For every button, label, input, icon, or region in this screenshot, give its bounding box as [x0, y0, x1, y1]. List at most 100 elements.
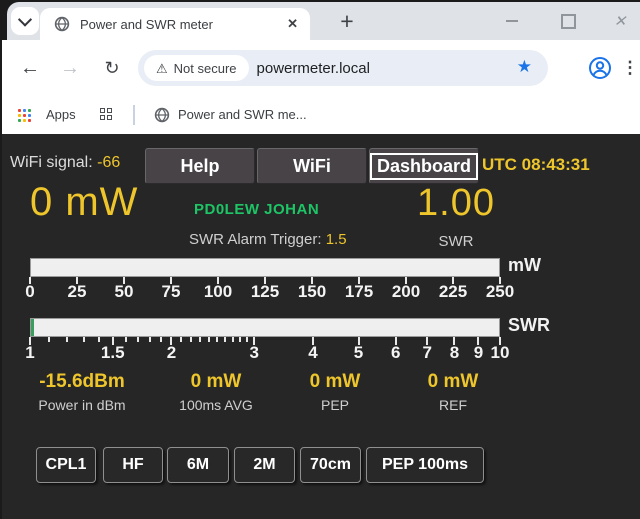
meter-tick-label: 3 — [250, 343, 259, 363]
window-minimize-button[interactable] — [497, 2, 527, 40]
wifi-button[interactable]: WiFi — [257, 148, 367, 184]
bookmark-title: Power and SWR me... — [178, 107, 307, 122]
meter-tick — [83, 337, 85, 342]
meter-tick-label: 175 — [345, 282, 373, 302]
meter-tick — [160, 337, 162, 342]
help-button[interactable]: Help — [145, 148, 255, 184]
bookmarks-bar: Apps Power and SWR me... — [2, 96, 640, 134]
meter-tick-label: 200 — [392, 282, 420, 302]
2m-button[interactable]: 2M — [234, 447, 295, 483]
dashboard-button-label: Dashboard — [370, 153, 478, 180]
chevron-down-icon — [18, 13, 32, 27]
tab-search-button[interactable] — [11, 7, 39, 35]
meter-tick — [125, 337, 127, 342]
tab-strip: Power and SWR meter ✕ + ✕ — [7, 2, 640, 40]
bookmark-globe-icon — [154, 107, 170, 123]
meter-tick — [180, 337, 182, 342]
meter-tick-label: 150 — [298, 282, 326, 302]
meter-tick — [48, 337, 50, 342]
browser-tab[interactable]: Power and SWR meter ✕ — [40, 8, 310, 40]
forward-button[interactable]: → — [56, 54, 84, 82]
swr-meter-bar — [30, 318, 500, 337]
meter-tick — [199, 337, 201, 342]
6m-button[interactable]: 6M — [167, 447, 229, 483]
new-tab-button[interactable]: + — [333, 7, 361, 35]
tab-title: Power and SWR meter — [80, 17, 213, 32]
readout-value: 0 mW — [156, 371, 276, 393]
meter-tick-label: 4 — [308, 343, 317, 363]
meter-tick-label: 75 — [162, 282, 181, 302]
wifi-signal-value: -66 — [97, 154, 120, 171]
meter-tick — [246, 337, 248, 342]
reload-button[interactable]: ↻ — [98, 54, 126, 82]
dashboard-button[interactable]: Dashboard — [369, 148, 479, 184]
readout-avg: 0 mW 100ms AVG — [156, 371, 276, 413]
apps-label: Apps — [46, 107, 76, 122]
security-chip-label: Not secure — [174, 61, 237, 76]
swr-value: 1.00 — [398, 182, 514, 225]
browser-window: Power and SWR meter ✕ + ✕ ← → ↻ ⚠ Not se… — [0, 0, 640, 519]
pep-100ms-button[interactable]: PEP 100ms — [366, 447, 484, 483]
meter-tick-label: 6 — [391, 343, 400, 363]
browser-menu-icon[interactable]: ⋮ — [622, 54, 638, 82]
url-text: powermeter.local — [257, 60, 370, 77]
wifi-signal-row: WiFi signal: -66 — [10, 154, 120, 172]
70cm-button[interactable]: 70cm — [300, 447, 361, 483]
readout-label: REF — [393, 397, 513, 413]
back-button[interactable]: ← — [16, 54, 44, 82]
meter-tick — [239, 337, 241, 342]
meter-tick-label: 50 — [115, 282, 134, 302]
meter-tick-label: 2 — [167, 343, 176, 363]
meter-tick-label: 250 — [486, 282, 514, 302]
meter-tick-label: 10 — [491, 343, 510, 363]
meter-tick — [137, 337, 139, 342]
utc-clock: UTC 08:43:31 — [482, 155, 590, 175]
meter-tick — [208, 337, 210, 342]
profile-avatar-icon[interactable] — [588, 56, 612, 80]
tab-close-icon[interactable]: ✕ — [287, 16, 298, 32]
swr-alarm-value: 1.5 — [326, 231, 347, 248]
globe-favicon-icon — [54, 16, 70, 32]
url-bar[interactable]: ⚠ Not secure powermeter.local ★ — [138, 50, 548, 86]
browser-toolbar: ← → ↻ ⚠ Not secure powermeter.local ★ ⋮ — [2, 40, 640, 96]
hf-button[interactable]: HF — [103, 447, 163, 483]
minimize-icon — [506, 20, 518, 22]
meter-tick-label: 8 — [450, 343, 459, 363]
maximize-icon — [561, 14, 576, 29]
readout-value: 0 mW — [393, 371, 513, 393]
meter-tick — [216, 337, 218, 342]
meter-tick-label: 9 — [474, 343, 483, 363]
meter-tick — [98, 337, 100, 342]
callsign: PD0LEW JOHAN — [194, 201, 319, 218]
page-content: WiFi signal: -66 Help WiFi Dashboard UTC… — [2, 134, 640, 519]
meter-tick-label: 100 — [204, 282, 232, 302]
meter-tick — [149, 337, 151, 342]
meter-tick-label: 1 — [25, 343, 34, 363]
window-close-button[interactable]: ✕ — [605, 2, 635, 40]
meter-tick-label: 1.5 — [101, 343, 125, 363]
power-value: 0 mW — [30, 180, 138, 225]
meter-tick-label: 0 — [25, 282, 34, 302]
swr-meter-unit: SWR — [508, 315, 550, 336]
meter-tick — [232, 337, 234, 342]
meter-tick-label: 5 — [354, 343, 363, 363]
window-maximize-button[interactable] — [553, 2, 583, 40]
apps-grid-icon — [18, 109, 31, 122]
cpl1-button[interactable]: CPL1 — [36, 447, 96, 483]
readout-label: 100ms AVG — [156, 397, 276, 413]
readout-value: -15.6dBm — [22, 371, 142, 393]
swr-meter-value-fill — [31, 319, 34, 336]
security-chip[interactable]: ⚠ Not secure — [144, 55, 249, 81]
meter-tick-label: 25 — [68, 282, 87, 302]
meter-tick — [190, 337, 192, 342]
readout-label: Power in dBm — [22, 397, 142, 413]
meter-tick-label: 225 — [439, 282, 467, 302]
tab-groups-icon[interactable] — [100, 108, 114, 122]
wifi-signal-label: WiFi signal: — [10, 154, 93, 171]
readout-ref: 0 mW REF — [393, 371, 513, 413]
power-meter-unit: mW — [508, 255, 541, 276]
readout-label: PEP — [275, 397, 395, 413]
bookmark-star-icon[interactable]: ★ — [517, 57, 532, 77]
readout-dbm: -15.6dBm Power in dBm — [22, 371, 142, 413]
swr-caption: SWR — [398, 233, 514, 250]
